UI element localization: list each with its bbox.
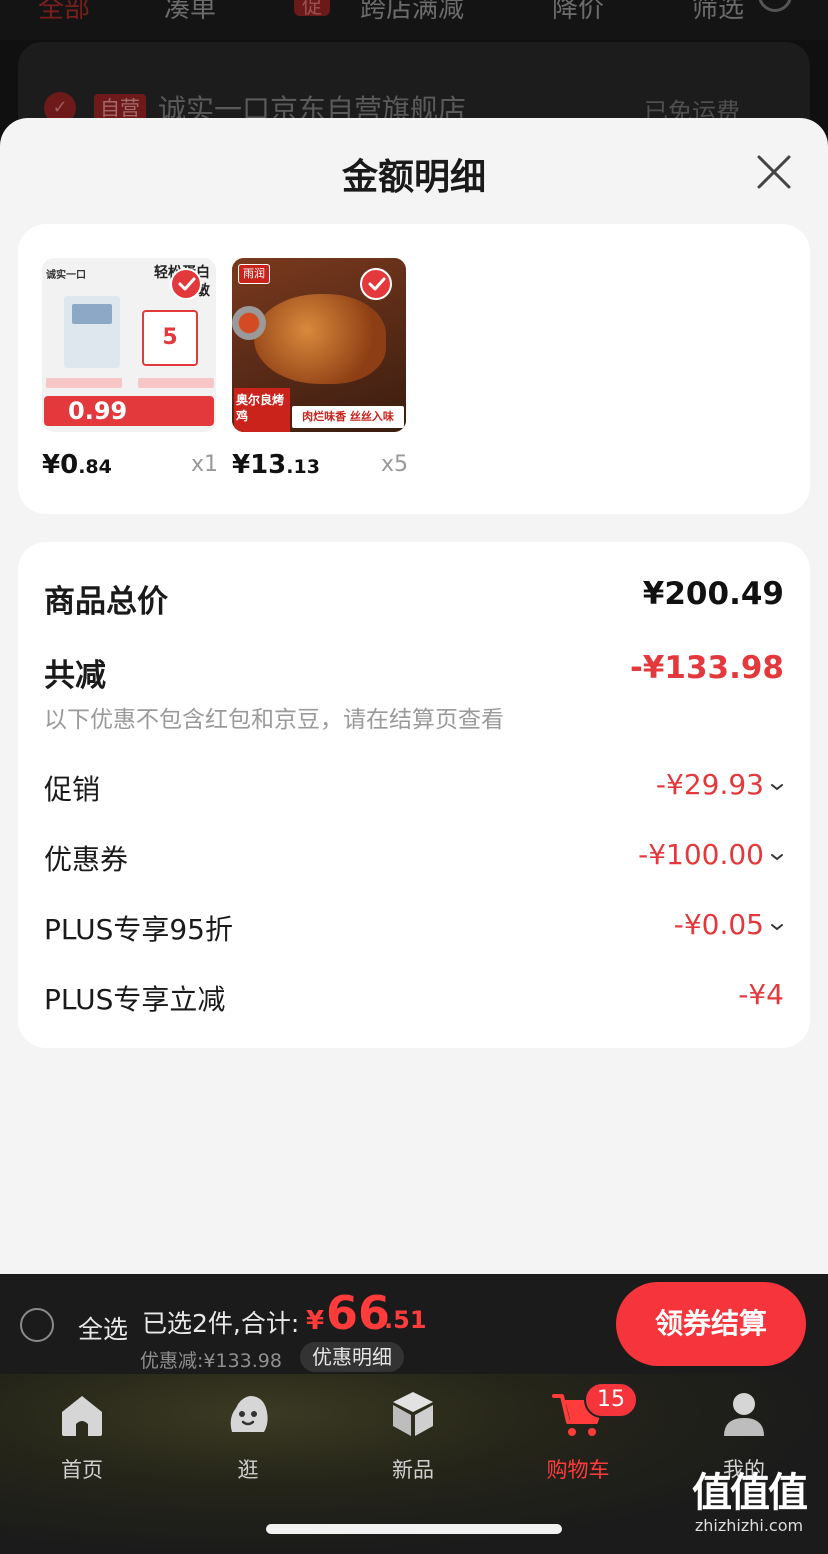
chevron-down-icon[interactable]: [770, 922, 784, 932]
product-coupon-graphic: 5: [142, 310, 198, 366]
discount-row-coupon[interactable]: 优惠券 -¥100.00: [44, 838, 784, 882]
product-price-integer: ¥13: [232, 450, 287, 480]
selected-check-icon[interactable]: [360, 268, 392, 300]
product-price-integer: ¥0: [42, 450, 79, 480]
total-price-label: 商品总价: [44, 584, 168, 620]
total-reduction-row: 共减 -¥133.98: [44, 650, 784, 694]
discount-label: PLUS专享95折: [44, 913, 233, 946]
bg-tab-bundle: 凑单: [164, 0, 217, 24]
product-quantity: x5: [380, 452, 408, 477]
amount-details-sheet: 金额明细 诚实一口 轻松蛋白低敏 5 0.99 ¥0.84: [0, 118, 828, 1274]
bg-tab-cross-store: 跨店满减: [360, 0, 465, 24]
close-icon[interactable]: [756, 154, 792, 190]
checkout-button[interactable]: 领券结算: [616, 1282, 806, 1366]
product-price: ¥0.84: [42, 450, 112, 480]
discount-details-button[interactable]: 优惠明细: [300, 1342, 404, 1372]
checkout-bar: 全选 已选2件,合计: ¥ 66 .51 优惠减:¥133.98 优惠明细 领券…: [0, 1274, 828, 1374]
select-all-label[interactable]: 全选: [78, 1310, 128, 1346]
bg-tab-filter: 筛选: [692, 0, 745, 24]
discount-label: 优惠券: [44, 843, 129, 876]
home-icon: [62, 1396, 102, 1436]
selected-products-card: 诚实一口 轻松蛋白低敏 5 0.99 ¥0.84 x1: [18, 224, 810, 514]
product-price-decimal: .84: [78, 456, 112, 478]
discount-summary-text: 优惠减:¥133.98: [140, 1350, 282, 1372]
total-reduction-value: -¥133.98: [629, 650, 784, 686]
product-image[interactable]: 诚实一口 轻松蛋白低敏 5 0.99: [42, 258, 216, 432]
discount-value: -¥0.05: [673, 908, 764, 941]
watermark: 值值值 zhizhizhi.com: [676, 1470, 822, 1535]
select-all-radio[interactable]: [20, 1308, 54, 1342]
discount-value: -¥29.93: [655, 768, 764, 801]
chevron-down-icon[interactable]: [770, 782, 784, 792]
tab-label: 逛: [237, 1458, 259, 1482]
bg-tab-all: 全部: [38, 0, 91, 24]
total-reduction-label: 共减: [44, 658, 106, 694]
total-currency-symbol: ¥: [306, 1306, 325, 1336]
total-price-value: ¥200.49: [642, 576, 784, 612]
discount-value: -¥4: [738, 978, 784, 1011]
product-price: ¥13.13: [232, 450, 320, 480]
explore-icon: [230, 1396, 268, 1432]
product-step-strip: [138, 378, 214, 388]
discount-label: PLUS专享立减: [44, 983, 226, 1016]
product-banner-price: 0.99: [68, 397, 128, 425]
total-amount-integer: 66: [326, 1286, 391, 1340]
bg-tab-price-drop: 降价: [552, 0, 605, 24]
price-summary-card: 商品总价 ¥200.49 共减 -¥133.98 以下优惠不包含红包和京豆，请在…: [18, 542, 810, 1048]
home-indicator[interactable]: [266, 1524, 562, 1534]
product-label-text: 奥尔良烤鸡: [234, 388, 290, 432]
background-tab-bar: 全部 凑单 促 跨店满减 降价 筛选: [0, 0, 828, 40]
product-item[interactable]: 诚实一口 轻松蛋白低敏 5 0.99 ¥0.84 x1: [42, 258, 218, 486]
bg-promo-badge: 促: [294, 0, 330, 18]
profile-icon: [724, 1393, 764, 1436]
tab-label: 购物车: [546, 1458, 610, 1482]
product-bag-graphic: [64, 296, 120, 368]
watermark-logo: 值值值: [692, 1470, 808, 1516]
watermark-url: zhizhizhi.com: [694, 1516, 804, 1535]
total-price-row: 商品总价 ¥200.49: [44, 576, 784, 620]
tab-label: 首页: [61, 1458, 103, 1482]
bg-search-icon: [758, 0, 792, 12]
tab-home[interactable]: 首页: [32, 1388, 132, 1484]
sheet-title: 金额明细: [341, 157, 486, 198]
total-amount-decimal: .51: [384, 1306, 427, 1334]
product-price-banner: 0.99: [44, 396, 214, 426]
cube-icon: [393, 1392, 433, 1436]
discount-row-plus-instant: PLUS专享立减 -¥4: [44, 978, 784, 1022]
product-brand-text: 诚实一口: [46, 270, 86, 281]
product-quantity: x1: [190, 452, 218, 477]
sauce-bowl-graphic: [232, 306, 266, 340]
tab-explore[interactable]: 逛: [198, 1388, 298, 1484]
discount-row-plus-95[interactable]: PLUS专享95折 -¥0.05: [44, 908, 784, 952]
chevron-down-icon[interactable]: [770, 852, 784, 862]
cart-count-badge: 15: [584, 1382, 638, 1418]
product-brand-text: 雨润: [238, 264, 270, 284]
tab-new-products[interactable]: 新品: [363, 1388, 463, 1484]
product-item[interactable]: 雨润 奥尔良烤鸡 肉烂味香 丝丝入味 ¥13.13 x5: [232, 258, 408, 486]
tab-label: 新品: [392, 1458, 434, 1482]
product-price-decimal: .13: [286, 456, 320, 478]
product-step-strip: [46, 378, 122, 388]
discount-value: -¥100.00: [638, 838, 764, 871]
roast-chicken-graphic: [254, 294, 386, 384]
selected-count-text: 已选2件,合计:: [142, 1309, 300, 1338]
selected-check-icon[interactable]: [170, 268, 202, 300]
product-image[interactable]: 雨润 奥尔良烤鸡 肉烂味香 丝丝入味: [232, 258, 406, 432]
product-tagline-text: 肉烂味香 丝丝入味: [292, 406, 404, 428]
discount-row-promotion[interactable]: 促销 -¥29.93: [44, 768, 784, 812]
discount-note: 以下优惠不包含红包和京豆，请在结算页查看: [44, 707, 504, 733]
discount-label: 促销: [44, 773, 101, 806]
